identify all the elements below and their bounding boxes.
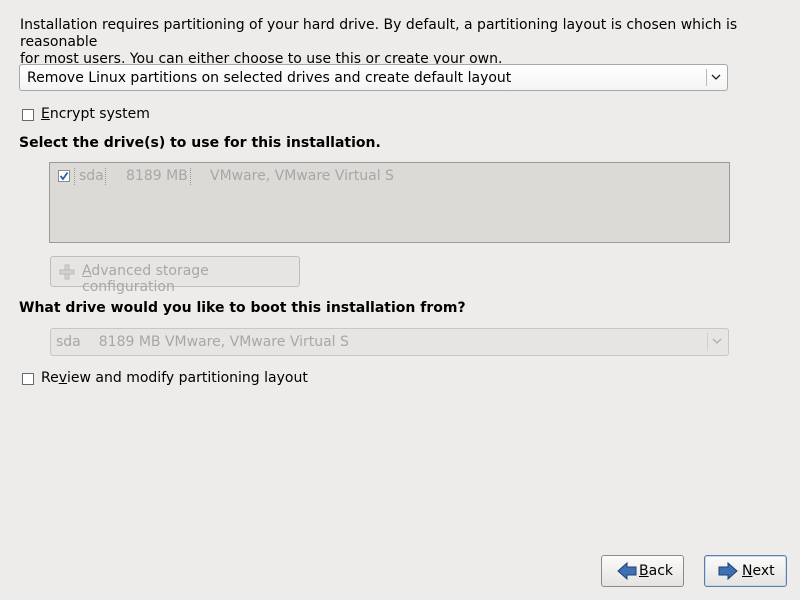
advanced-label-rest: dvanced storage configuration (82, 263, 209, 295)
advanced-storage-button[interactable]: Advanced storage configuration (50, 256, 300, 295)
column-divider (105, 168, 106, 185)
back-arrow-icon (617, 562, 637, 580)
next-arrow-icon (718, 562, 738, 580)
boot-drive-value: sda 8189 MB VMware, VMware Virtual S (56, 334, 349, 350)
advanced-mnemonic: A (82, 263, 92, 279)
combo-separator (706, 69, 707, 86)
review-label-pre: Re (41, 370, 59, 386)
drives-section-title: Select the drive(s) to use for this inst… (19, 135, 381, 151)
boot-section-title: What drive would you like to boot this i… (19, 300, 466, 316)
next-label-rest: ext (752, 563, 775, 579)
encrypt-system-label[interactable]: Encrypt system (41, 106, 150, 122)
intro-text: Installation requires partitioning of yo… (20, 17, 790, 68)
plus-icon (59, 264, 75, 280)
next-mnemonic: N (742, 563, 753, 579)
drive-model: VMware, VMware Virtual S (210, 168, 394, 184)
back-label-rest: ack (648, 563, 673, 579)
back-mnemonic: B (639, 563, 649, 579)
drive-row[interactable]: sda 8189 MB VMware, VMware Virtual S (54, 167, 714, 185)
chevron-down-icon (711, 74, 721, 80)
drive-list[interactable]: sda 8189 MB VMware, VMware Virtual S (49, 162, 730, 243)
checkmark-icon (59, 171, 69, 181)
drive-name: sda (79, 168, 104, 184)
drive-checkbox[interactable] (58, 170, 70, 182)
next-button[interactable]: Next (704, 555, 787, 587)
boot-drive-detail: 8189 MB VMware, VMware Virtual S (98, 334, 349, 350)
combo-separator (707, 333, 708, 351)
encrypt-label-rest: ncrypt system (49, 106, 150, 122)
encrypt-system-checkbox[interactable] (22, 109, 34, 121)
partition-layout-select[interactable]: Remove Linux partitions on selected driv… (19, 64, 728, 91)
review-layout-label[interactable]: Review and modify partitioning layout (41, 370, 308, 386)
boot-drive-select[interactable]: sda 8189 MB VMware, VMware Virtual S (50, 328, 729, 356)
column-divider (74, 168, 75, 185)
review-label-post: iew and modify partitioning layout (67, 370, 308, 386)
review-layout-checkbox[interactable] (22, 373, 34, 385)
review-mnemonic: v (58, 370, 68, 386)
advanced-storage-label: Advanced storage configuration (82, 263, 299, 295)
intro-line-1: Installation requires partitioning of yo… (20, 17, 738, 50)
back-button[interactable]: Back (601, 555, 684, 587)
encrypt-mnemonic: E (41, 106, 50, 122)
partition-layout-value: Remove Linux partitions on selected driv… (27, 70, 512, 86)
chevron-down-icon (712, 338, 722, 344)
drive-size: 8189 MB (126, 168, 188, 184)
column-divider (190, 168, 191, 185)
back-label: Back (639, 563, 673, 579)
boot-drive-name: sda (56, 334, 81, 350)
next-label: Next (742, 563, 775, 579)
